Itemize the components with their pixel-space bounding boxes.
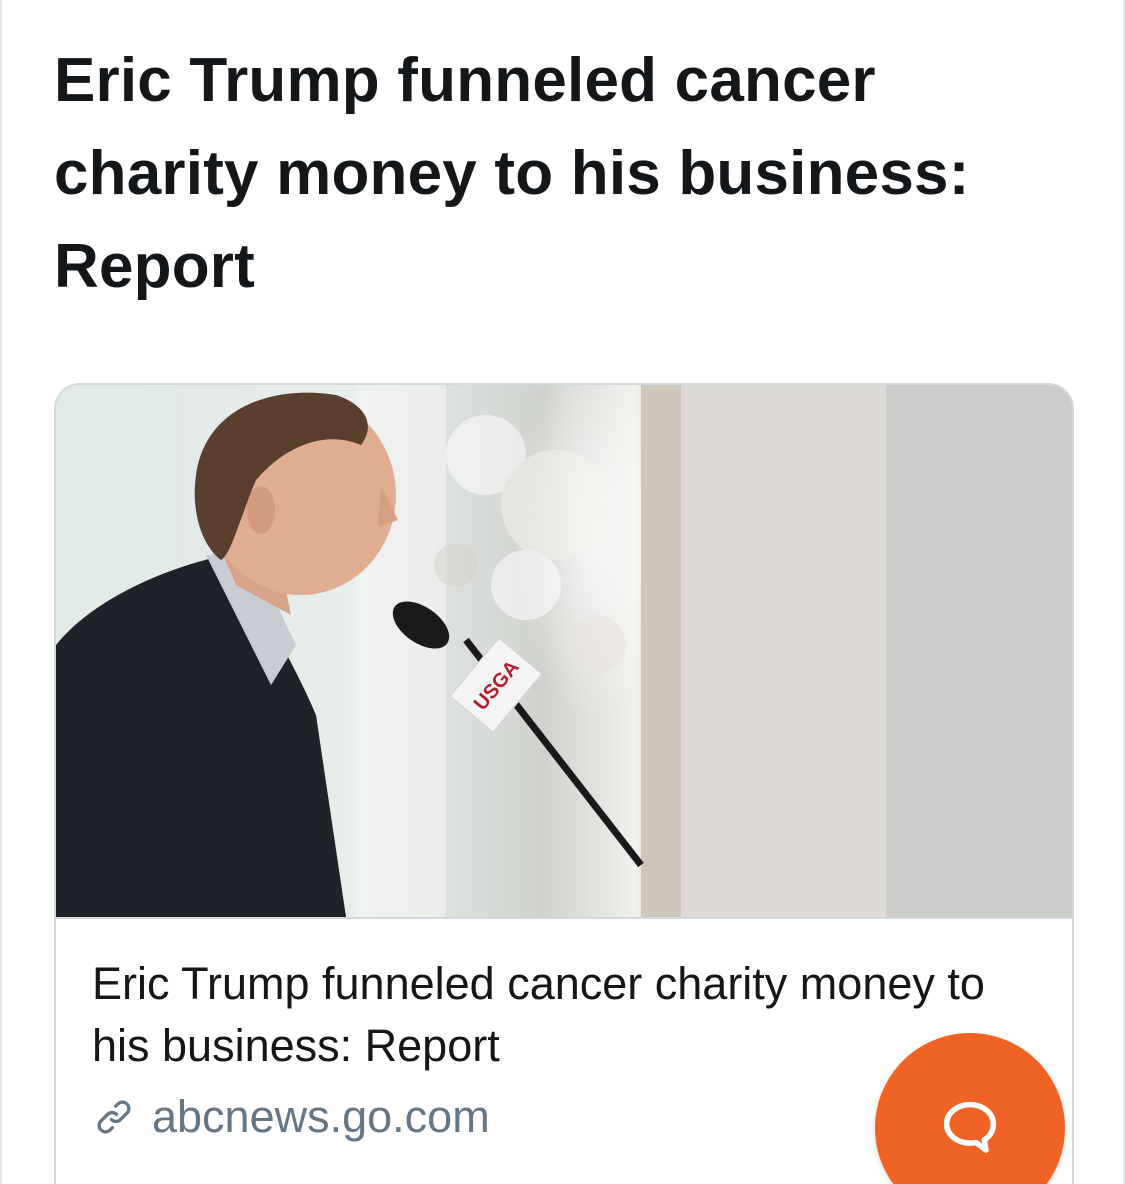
link-preview-body: Eric Trump funneled cancer charity money… <box>92 953 992 1143</box>
chat-bubble-icon <box>943 1101 997 1153</box>
link-preview-image[interactable]: USGA <box>56 385 1072 919</box>
photo-illustration: USGA <box>56 385 1072 917</box>
link-icon <box>97 1100 131 1134</box>
link-preview-title: Eric Trump funneled cancer charity money… <box>92 958 985 1071</box>
tweet-text: Eric Trump funneled cancer charity money… <box>54 46 970 301</box>
tweet-screen: Eric Trump funneled cancer charity money… <box>0 0 1125 1184</box>
link-preview-domain: abcnews.go.com <box>152 1091 490 1142</box>
link-preview-source: abcnews.go.com <box>92 1091 992 1143</box>
